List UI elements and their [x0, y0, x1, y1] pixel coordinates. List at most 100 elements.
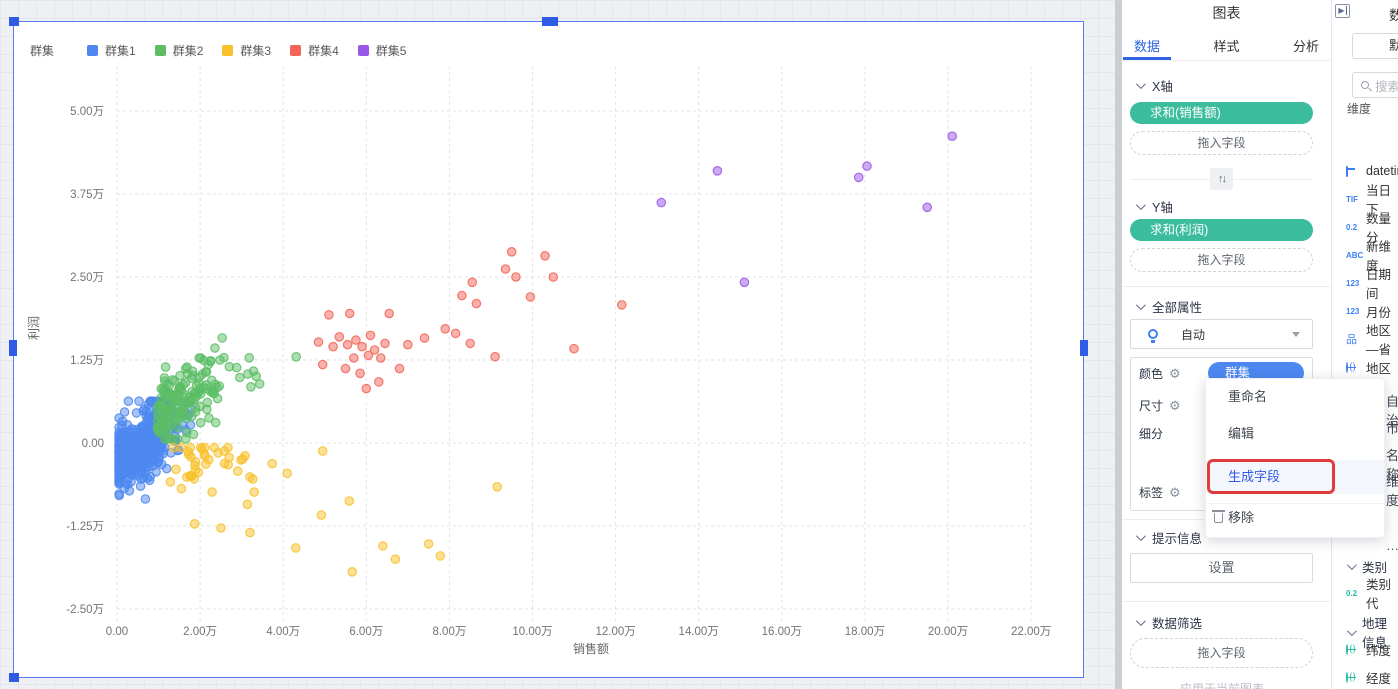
- scatter-point[interactable]: [319, 447, 327, 455]
- scatter-point[interactable]: [187, 453, 195, 461]
- scatter-point[interactable]: [191, 466, 199, 474]
- scatter-point[interactable]: [491, 353, 499, 361]
- gear-icon[interactable]: ⚙: [1169, 367, 1181, 380]
- scatter-point[interactable]: [391, 555, 399, 563]
- scatter-point[interactable]: [210, 443, 218, 451]
- scatter-point[interactable]: [329, 343, 337, 351]
- scatter-point[interactable]: [196, 419, 204, 427]
- scatter-point[interactable]: [154, 426, 162, 434]
- scatter-point[interactable]: [346, 309, 354, 317]
- scatter-point[interactable]: [335, 333, 343, 341]
- scatter-point[interactable]: [244, 370, 252, 378]
- scatter-point[interactable]: [123, 453, 131, 461]
- scatter-point[interactable]: [345, 497, 353, 505]
- section-tooltip[interactable]: 提示信息: [1136, 528, 1202, 547]
- y-axis-drop-zone[interactable]: 拖入字段: [1130, 248, 1313, 272]
- scatter-point[interactable]: [173, 435, 181, 443]
- selection-handle-top-left[interactable]: [9, 17, 19, 26]
- menu-item-generate-field[interactable]: 生成字段: [1206, 460, 1384, 494]
- x-axis-field-pill[interactable]: 求和(销售额): [1130, 102, 1313, 124]
- scatter-point[interactable]: [135, 397, 143, 405]
- menu-item-remove[interactable]: 移除: [1206, 503, 1384, 533]
- scatter-point[interactable]: [237, 456, 245, 464]
- scatter-point[interactable]: [341, 364, 349, 372]
- scatter-point[interactable]: [451, 329, 459, 337]
- scatter-point[interactable]: [512, 273, 520, 281]
- scatter-point[interactable]: [319, 360, 327, 368]
- scatter-point[interactable]: [159, 417, 167, 425]
- scatter-point[interactable]: [247, 383, 255, 391]
- scatter-point[interactable]: [234, 467, 242, 475]
- scatter-point[interactable]: [570, 345, 578, 353]
- field-item[interactable]: datetime: [1346, 163, 1398, 179]
- scatter-point[interactable]: [182, 364, 190, 372]
- field-item[interactable]: TIF当日下: [1346, 191, 1398, 207]
- scatter-point[interactable]: [145, 476, 153, 484]
- scatter-point[interactable]: [314, 338, 322, 346]
- scatter-point[interactable]: [147, 448, 155, 456]
- menu-item-rename[interactable]: 重命名: [1206, 382, 1384, 412]
- gear-icon[interactable]: ⚙: [1169, 486, 1181, 499]
- scatter-point[interactable]: [740, 278, 748, 286]
- section-y-axis[interactable]: Y轴: [1136, 197, 1173, 216]
- scatter-point[interactable]: [165, 382, 173, 390]
- scatter-point[interactable]: [283, 469, 291, 477]
- scatter-point[interactable]: [466, 339, 474, 347]
- scatter-point[interactable]: [161, 363, 169, 371]
- scatter-point[interactable]: [292, 544, 300, 552]
- scatter-point[interactable]: [196, 402, 204, 410]
- scatter-point[interactable]: [174, 416, 182, 424]
- scatter-point[interactable]: [348, 568, 356, 576]
- scatter-point[interactable]: [132, 409, 140, 417]
- tooltip-settings-button[interactable]: 设置: [1130, 553, 1313, 583]
- scatter-point[interactable]: [424, 540, 432, 548]
- selection-handle-bottom-left[interactable]: [9, 673, 19, 682]
- scatter-point[interactable]: [366, 331, 374, 339]
- y-axis-field-pill[interactable]: 求和(利润): [1130, 219, 1313, 241]
- scatter-point[interactable]: [246, 528, 254, 536]
- scatter-point[interactable]: [208, 376, 216, 384]
- scatter-point[interactable]: [236, 373, 244, 381]
- scatter-point[interactable]: [176, 384, 184, 392]
- scatter-point[interactable]: [211, 344, 219, 352]
- scatter-point[interactable]: [164, 393, 172, 401]
- scatter-point[interactable]: [168, 403, 176, 411]
- default-button[interactable]: 默认: [1352, 33, 1398, 59]
- scatter-point[interactable]: [404, 341, 412, 349]
- scatter-point[interactable]: [370, 346, 378, 354]
- scatter-point[interactable]: [209, 389, 217, 397]
- scatter-point[interactable]: [252, 372, 260, 380]
- scatter-point[interactable]: [385, 309, 393, 317]
- scatter-point[interactable]: [250, 488, 258, 496]
- dashboard-canvas[interactable]: 群集 群集1群集2群集3群集4群集5 0.002.00万4.00万6.00万8.…: [0, 0, 1122, 689]
- scatter-plot[interactable]: 0.002.00万4.00万6.00万8.00万10.00万12.00万14.0…: [14, 22, 1083, 677]
- style-mode-select[interactable]: 自动: [1130, 319, 1313, 349]
- field-item[interactable]: 品地区—省: [1346, 331, 1398, 347]
- scatter-point[interactable]: [190, 520, 198, 528]
- scatter-point[interactable]: [501, 265, 509, 273]
- field-item[interactable]: 地区: [1346, 359, 1391, 375]
- scatter-point[interactable]: [115, 473, 123, 481]
- tab-style[interactable]: 样式: [1213, 30, 1239, 60]
- canvas-scrollbar[interactable]: [1115, 0, 1122, 689]
- scatter-point[interactable]: [618, 301, 626, 309]
- scatter-point[interactable]: [208, 488, 216, 496]
- scatter-point[interactable]: [441, 325, 449, 333]
- scatter-point[interactable]: [182, 435, 190, 443]
- field-item[interactable]: 123月份: [1346, 303, 1391, 319]
- scatter-point[interactable]: [436, 552, 444, 560]
- scatter-point[interactable]: [124, 397, 132, 405]
- tab-data[interactable]: 数据: [1134, 30, 1160, 60]
- scatter-point[interactable]: [381, 339, 389, 347]
- section-all-properties[interactable]: 全部属性: [1136, 297, 1202, 316]
- scatter-point[interactable]: [657, 198, 665, 206]
- scatter-point[interactable]: [202, 460, 210, 468]
- scatter-point[interactable]: [220, 459, 228, 467]
- scatter-point[interactable]: [220, 447, 228, 455]
- scatter-point[interactable]: [350, 354, 358, 362]
- scatter-point[interactable]: [172, 465, 180, 473]
- scatter-point[interactable]: [131, 466, 139, 474]
- scatter-point[interactable]: [220, 354, 228, 362]
- scatter-point[interactable]: [233, 363, 241, 371]
- scatter-point[interactable]: [541, 252, 549, 260]
